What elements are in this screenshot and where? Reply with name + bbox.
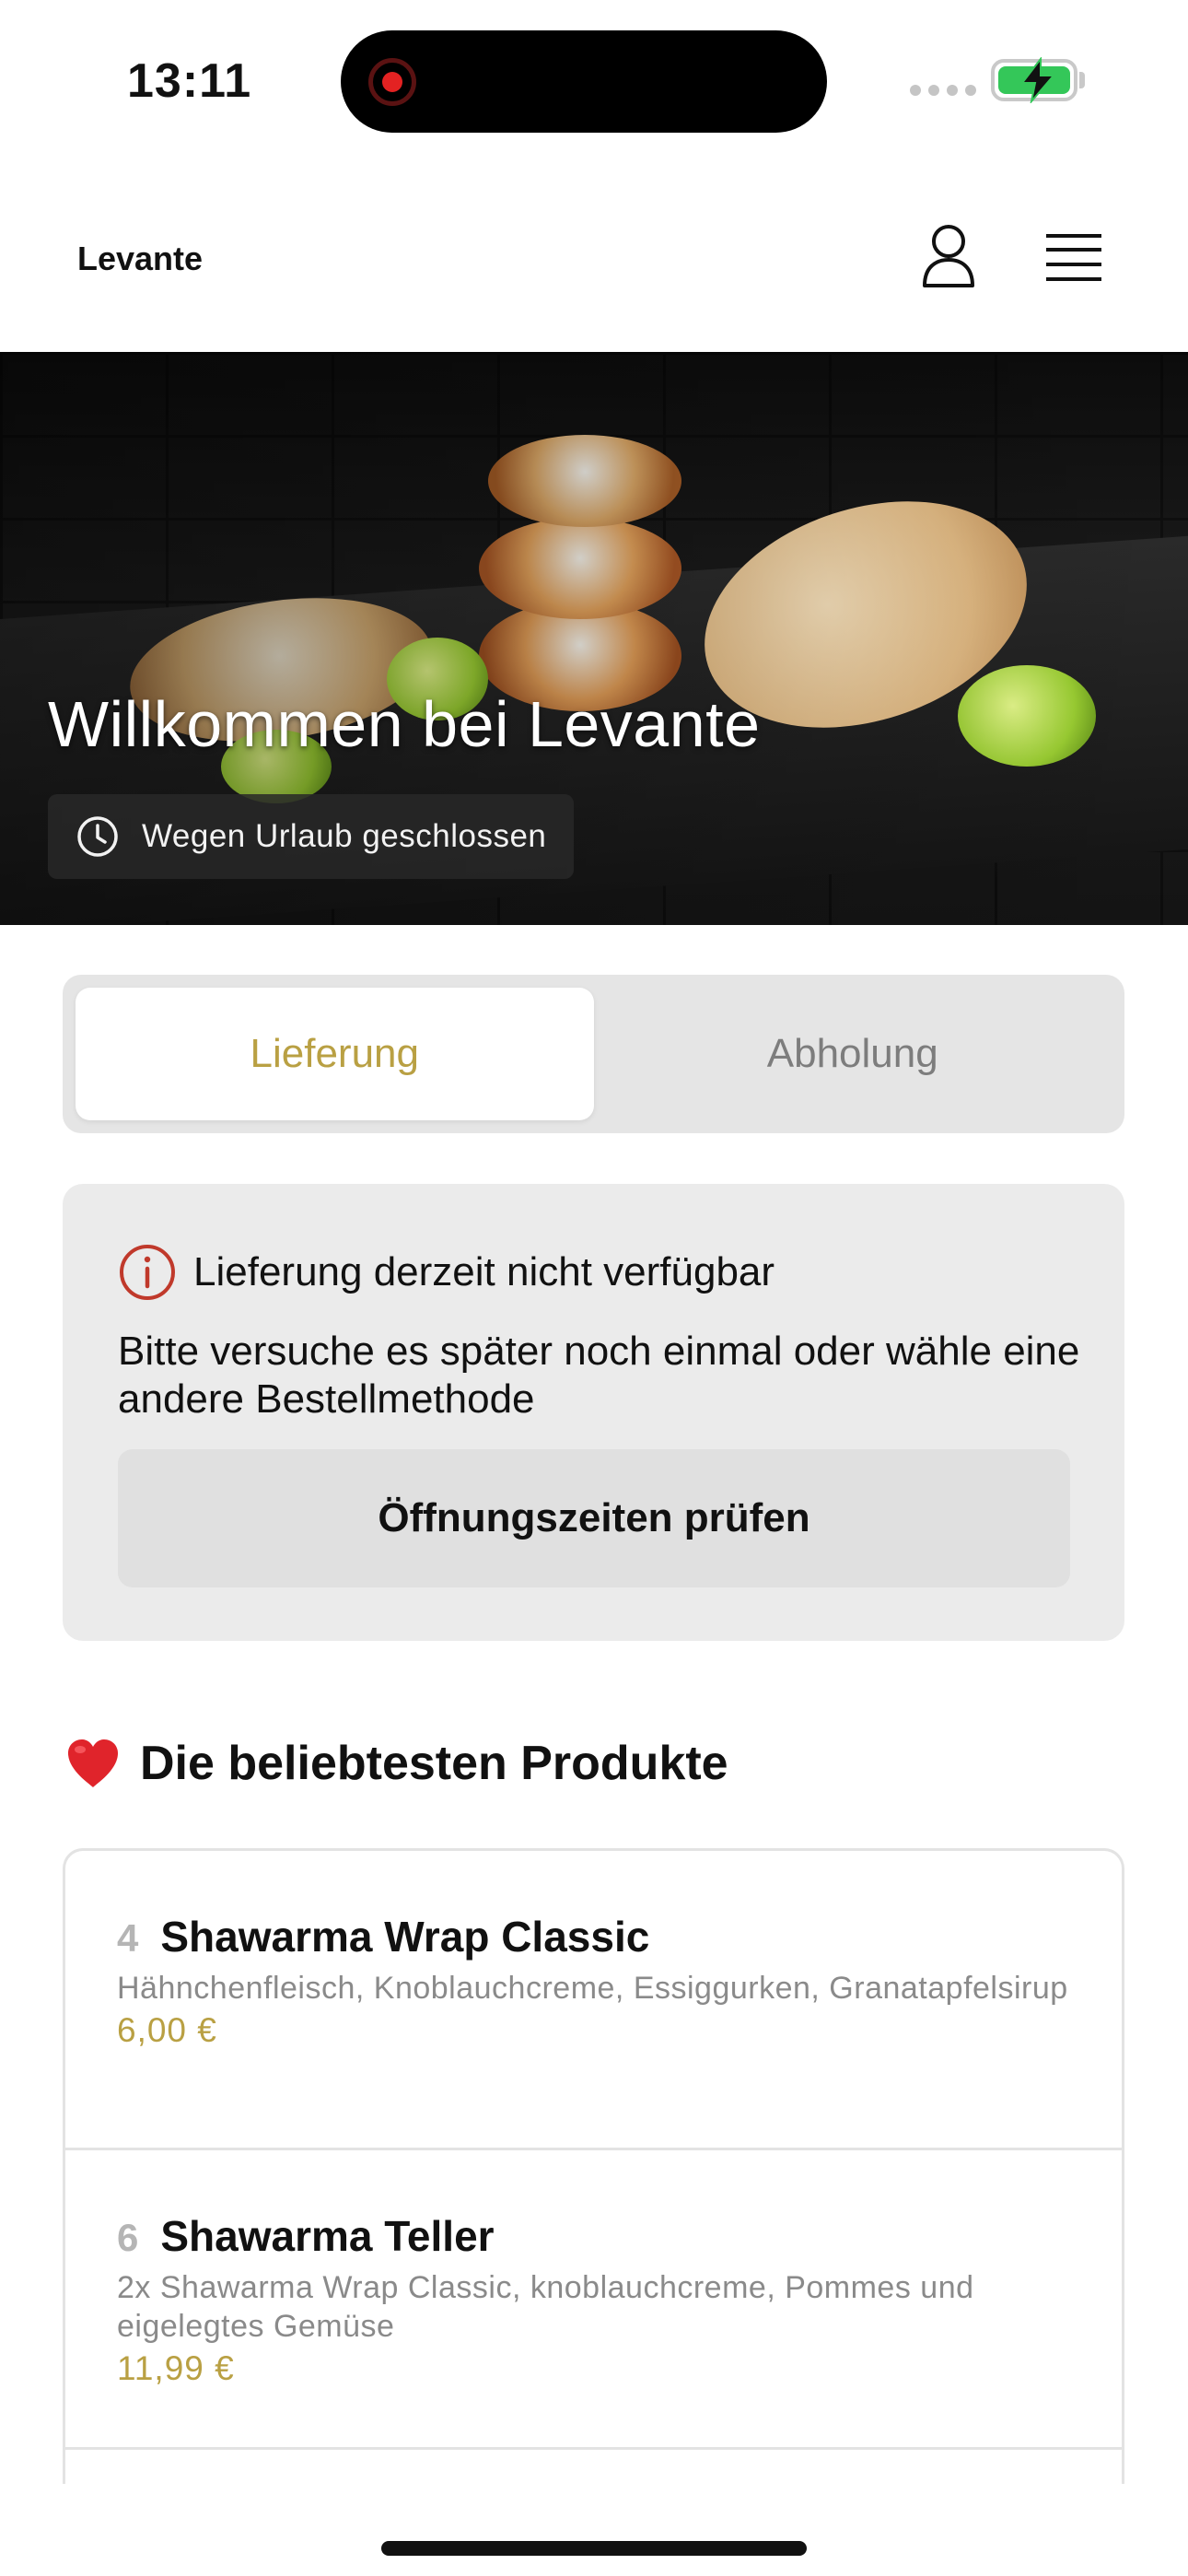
dynamic-island: [341, 30, 827, 133]
product-description: Hähnchenfleisch, Knoblauchcreme, Essiggu…: [117, 1971, 1068, 2006]
user-account-icon[interactable]: [919, 223, 978, 289]
product-item[interactable]: 6 Shawarma Teller 2x Shawarma Wrap Class…: [65, 2150, 1122, 2450]
info-alert-icon: [120, 1245, 175, 1300]
battery-icon: [991, 57, 1077, 103]
product-name: Shawarma Wrap Classic: [160, 1913, 650, 1961]
home-indicator[interactable]: [381, 2541, 807, 2556]
hero-banner: Willkommen bei Levante Wegen Urlaub gesc…: [0, 352, 1188, 925]
status-time: 13:11: [127, 54, 252, 108]
notice-header: Lieferung derzeit nicht verfügbar: [118, 1243, 775, 1302]
popular-products-heading: Die beliebtesten Produkte: [64, 1736, 728, 1791]
battery-cap: [1079, 72, 1085, 88]
section-title: Die beliebtesten Produkte: [140, 1737, 728, 1790]
status-bar: 13:11: [0, 0, 1188, 157]
tab-pickup[interactable]: Abholung: [594, 988, 1112, 1120]
store-status-text: Wegen Urlaub geschlossen: [142, 818, 547, 854]
cellular-signal-icon: [910, 85, 976, 96]
recording-icon: [368, 58, 416, 106]
product-price: 11,99 €: [117, 2349, 235, 2387]
delivery-unavailable-notice: Lieferung derzeit nicht verfügbar Bitte …: [63, 1184, 1124, 1641]
clock-icon: [77, 816, 118, 857]
charging-bolt-icon: [1019, 57, 1056, 103]
hero-title: Willkommen bei Levante: [48, 688, 761, 760]
product-description: 2x Shawarma Wrap Classic, knoblauchcreme…: [117, 2270, 974, 2344]
order-mode-toggle: Lieferung Abholung: [63, 975, 1124, 1133]
notice-message: Bitte versuche es später noch einmal ode…: [118, 1329, 1080, 1422]
product-item[interactable]: 4 Shawarma Wrap Classic Hähnchenfleisch,…: [65, 1851, 1122, 2150]
hamburger-menu-icon[interactable]: [1044, 232, 1103, 284]
tab-delivery[interactable]: Lieferung: [76, 988, 594, 1120]
store-status-badge: Wegen Urlaub geschlossen: [48, 794, 575, 879]
check-opening-hours-button[interactable]: Öffnungszeiten prüfen: [118, 1449, 1070, 1587]
brand-name[interactable]: Levante: [77, 240, 203, 278]
product-number: 6: [117, 2216, 139, 2259]
notice-title: Lieferung derzeit nicht verfügbar: [193, 1249, 775, 1294]
product-name: Shawarma Teller: [160, 2212, 495, 2260]
product-list: 4 Shawarma Wrap Classic Hähnchenfleisch,…: [63, 1848, 1124, 2484]
product-price: 6,00 €: [117, 2011, 217, 2049]
product-number: 4: [117, 1916, 139, 1960]
heart-icon: [68, 1739, 118, 1787]
app-header: Levante: [0, 184, 1188, 352]
